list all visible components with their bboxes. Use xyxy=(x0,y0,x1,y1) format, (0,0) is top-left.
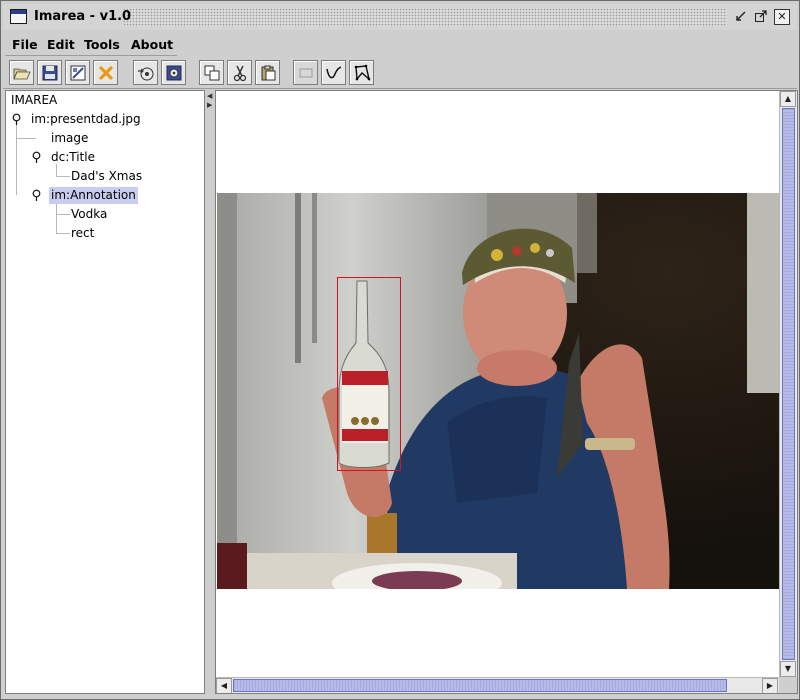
image-document-icon xyxy=(70,65,85,80)
menu-bar: File Edit Tools About xyxy=(3,32,797,56)
floppy-disk-icon xyxy=(42,65,57,80)
cut-button[interactable] xyxy=(227,60,252,85)
curve-tool-button[interactable] xyxy=(321,60,346,85)
photo-image xyxy=(217,193,779,589)
tree-connector xyxy=(56,233,70,234)
tree-toggle-icon[interactable] xyxy=(32,151,41,163)
photo[interactable] xyxy=(217,193,779,589)
title-bar-grip xyxy=(123,8,727,26)
image-properties-button[interactable] xyxy=(65,60,90,85)
x-close-icon xyxy=(98,65,113,80)
copy-icon xyxy=(204,65,219,80)
load-disk-icon xyxy=(137,67,153,80)
tree-node-annotation[interactable]: im:Annotation xyxy=(49,187,138,204)
menu-edit[interactable]: Edit xyxy=(47,37,75,52)
tree-connector xyxy=(16,138,36,139)
image-canvas[interactable]: ▲ ▼ ◀ ▶ xyxy=(215,90,798,694)
scroll-up-icon[interactable]: ▲ xyxy=(780,91,796,107)
menu-tools[interactable]: Tools xyxy=(84,37,120,52)
vertical-scroll-thumb[interactable] xyxy=(782,108,795,660)
save-button[interactable] xyxy=(37,60,62,85)
annotation-rectangle[interactable] xyxy=(337,277,401,471)
tree-toggle-icon[interactable] xyxy=(32,189,41,201)
tree-node-annotation-label[interactable]: Vodka xyxy=(69,206,109,223)
rectangle-icon xyxy=(299,68,312,77)
scroll-corner xyxy=(779,677,797,693)
menu-about[interactable]: About xyxy=(131,37,173,52)
disk-settings-icon xyxy=(166,65,181,80)
annotation-tree[interactable]: IMAREA im:presentdad.jpg image dc:Title … xyxy=(5,90,205,694)
close-window-icon[interactable]: ✕ xyxy=(774,9,790,25)
save-annotations-button[interactable] xyxy=(161,60,186,85)
tree-connector xyxy=(16,147,17,195)
app-window: Imarea - v1.0 ✕ File Edit Tools About IM… xyxy=(0,0,800,700)
paste-button[interactable] xyxy=(255,60,280,85)
curve-icon xyxy=(325,65,341,78)
collapse-left-icon[interactable]: ◀ xyxy=(207,92,212,100)
tree-node-title-value[interactable]: Dad's Xmas xyxy=(69,168,144,185)
close-file-button[interactable] xyxy=(93,60,118,85)
tree-node-title[interactable]: dc:Title xyxy=(49,149,97,166)
paste-icon xyxy=(261,65,275,80)
load-annotations-button[interactable] xyxy=(133,60,158,85)
tree-connector xyxy=(16,125,17,147)
tree-node-root[interactable]: IMAREA xyxy=(9,92,59,109)
split-pane-divider[interactable]: ◀ ▶ xyxy=(205,90,215,694)
title-bar[interactable]: Imarea - v1.0 ✕ xyxy=(3,4,797,30)
minimize-icon[interactable] xyxy=(733,9,749,25)
toolbar xyxy=(3,57,797,89)
scissors-icon xyxy=(233,65,246,81)
rectangle-tool-button[interactable] xyxy=(293,60,318,85)
app-window-icon[interactable] xyxy=(10,9,27,24)
window-title: Imarea - v1.0 xyxy=(34,9,132,24)
open-button[interactable] xyxy=(9,60,34,85)
horizontal-scroll-thumb[interactable] xyxy=(233,679,727,692)
scroll-left-icon[interactable]: ◀ xyxy=(216,678,232,693)
tree-toggle-icon[interactable] xyxy=(12,113,21,125)
scroll-right-icon[interactable]: ▶ xyxy=(762,678,778,693)
folder-open-icon xyxy=(12,68,31,79)
maximize-icon[interactable] xyxy=(753,9,769,25)
copy-button[interactable] xyxy=(199,60,224,85)
menu-divider xyxy=(5,55,177,56)
menu-file[interactable]: File xyxy=(12,37,38,52)
vertical-scrollbar[interactable]: ▲ ▼ xyxy=(779,91,797,677)
tree-node-file[interactable]: im:presentdad.jpg xyxy=(29,111,143,128)
collapse-right-icon[interactable]: ▶ xyxy=(207,101,212,109)
tree-node-image[interactable]: image xyxy=(49,130,90,147)
tree-node-annotation-shape[interactable]: rect xyxy=(69,225,96,242)
scroll-down-icon[interactable]: ▼ xyxy=(780,661,796,677)
horizontal-scrollbar[interactable]: ◀ ▶ xyxy=(216,677,779,693)
polygon-icon xyxy=(354,64,370,81)
tree-connector xyxy=(56,202,57,233)
tree-connector xyxy=(56,176,70,177)
tree-connector xyxy=(56,214,70,215)
polygon-tool-button[interactable] xyxy=(349,60,374,85)
